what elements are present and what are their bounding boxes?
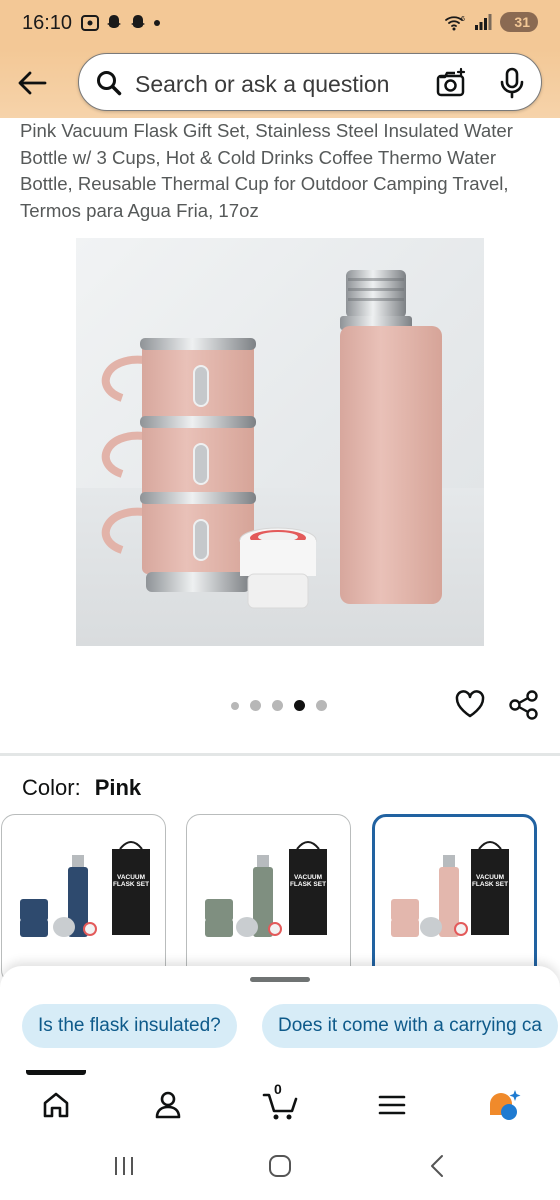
search-input[interactable]: Search or ask a question [78, 53, 542, 111]
suggestion-chip[interactable]: Does it come with a carrying ca [262, 1004, 558, 1048]
carousel-dot[interactable] [250, 700, 261, 711]
box-text: VACUUM [117, 874, 145, 881]
status-time: 16:10 [22, 12, 73, 34]
color-swatch-navy[interactable]: VACUUM FLASK SET [1, 814, 166, 984]
swatch-image: VACUUM FLASK SET [205, 841, 327, 937]
snapchat-icon [131, 15, 145, 28]
rufus-assistant-icon [490, 1090, 521, 1120]
carousel-dot[interactable] [231, 701, 239, 710]
battery-indicator: 31 [500, 12, 538, 32]
system-navigation-bar [0, 1140, 560, 1200]
signal-icon [475, 14, 492, 30]
box-text: FLASK SET [290, 881, 326, 888]
screenshot-icon [81, 15, 99, 31]
product-image[interactable] [76, 238, 484, 646]
recent-apps-icon[interactable] [112, 1154, 136, 1178]
suggestion-chip[interactable]: Is the flask insulated? [22, 1004, 237, 1048]
suggestions-sheet: Is the flask insulated? Does it come wit… [0, 966, 560, 1070]
swatch-image: VACUUM FLASK SET [20, 841, 150, 937]
cart-count: 0 [274, 1081, 282, 1097]
color-swatch-sage[interactable]: VACUUM FLASK SET [186, 814, 351, 984]
status-right: 6 31 [444, 12, 538, 32]
box-text: FLASK SET [472, 881, 508, 888]
selected-color: Pink [94, 775, 142, 800]
carousel-dot[interactable] [272, 700, 283, 711]
bottom-navigation: 0 [0, 1070, 560, 1140]
color-label: Color: [22, 775, 81, 800]
status-bar: 16:10 6 31 [0, 0, 560, 48]
flask-set-illustration [76, 270, 484, 646]
box-text: FLASK SET [113, 881, 149, 888]
nav-rufus[interactable] [484, 1085, 524, 1125]
person-icon [155, 1091, 181, 1119]
nav-home[interactable] [36, 1085, 76, 1125]
carousel-dot-active[interactable] [294, 700, 305, 711]
wishlist-button[interactable] [454, 689, 486, 724]
product-title[interactable]: Pink Vacuum Flask Gift Set, Stainless St… [20, 118, 545, 224]
notification-icons [80, 13, 162, 33]
microphone-icon[interactable] [499, 67, 525, 99]
snapchat-icon [107, 15, 121, 28]
carousel-dot[interactable] [316, 700, 327, 711]
box-text: VACUUM [476, 874, 504, 881]
home-system-icon[interactable] [268, 1154, 292, 1178]
nav-account[interactable] [148, 1085, 188, 1125]
search-header: Search or ask a question [0, 48, 560, 118]
back-arrow-icon [18, 71, 47, 95]
nav-cart[interactable]: 0 [260, 1081, 300, 1125]
color-swatch-pink[interactable]: VACUUM FLASK SET [372, 814, 537, 984]
camera-lens-icon[interactable] [435, 67, 467, 99]
sheet-drag-handle[interactable] [250, 977, 310, 982]
network-type: 6 [461, 16, 465, 23]
heart-icon [455, 690, 485, 718]
section-divider [0, 753, 560, 756]
search-placeholder: Search or ask a question [135, 71, 390, 97]
wifi-icon: 6 [445, 16, 465, 31]
box-text: VACUUM [294, 874, 322, 881]
search-icon [97, 71, 122, 96]
back-button[interactable] [14, 65, 50, 101]
image-carousel-dots[interactable] [231, 700, 327, 711]
swatch-image: VACUUM FLASK SET [391, 841, 509, 937]
menu-icon [378, 1095, 406, 1115]
active-tab-indicator [26, 1070, 86, 1075]
dot-icon [154, 20, 160, 26]
home-icon [43, 1092, 69, 1118]
back-system-icon[interactable] [426, 1154, 450, 1178]
share-icon [509, 690, 538, 720]
color-selector-label: Color: Pink [22, 775, 141, 801]
share-button[interactable] [508, 689, 540, 726]
nav-menu[interactable] [372, 1085, 412, 1125]
